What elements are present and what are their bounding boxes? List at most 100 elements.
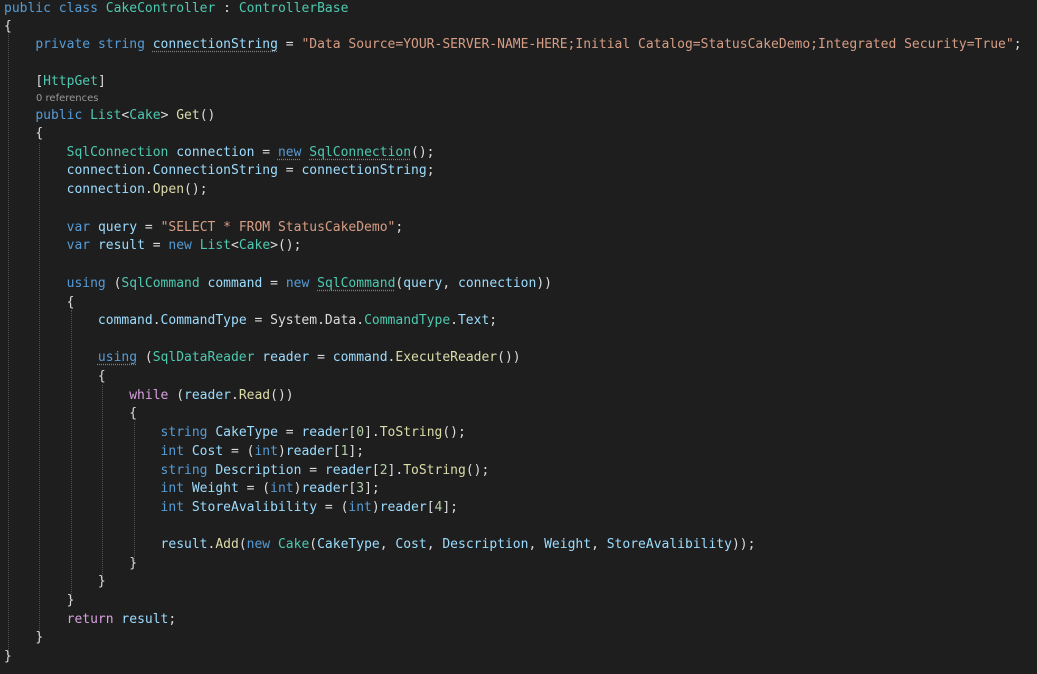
punctuation: . [231, 388, 239, 403]
property: CommandType [160, 313, 247, 328]
code-line-6: public List<Cake> Get() [4, 107, 215, 125]
code-line-17: command.CommandType = System.Data.Comman… [4, 312, 497, 330]
keyword: int [348, 500, 372, 515]
code-line-19: using (SqlDataReader reader = command.Ex… [4, 349, 521, 367]
keyword: string [160, 463, 208, 478]
keyword: int [160, 481, 185, 496]
code-line-20: { [4, 368, 106, 386]
punctuation: ]; [364, 481, 380, 496]
string-literal: "Data Source=YOUR-SERVER-NAME-HERE;Initi… [301, 37, 1014, 52]
punctuation: ()) [270, 388, 294, 403]
type-name: SqlConnection [66, 145, 169, 160]
keyword: string [160, 425, 208, 440]
keyword: private [35, 37, 91, 52]
brace: { [35, 126, 44, 141]
punctuation: [ [332, 444, 341, 459]
variable: connection [176, 145, 255, 160]
code-line-29: result.Add(new Cake(CakeType, Cost, Desc… [4, 536, 756, 554]
code-line-1: public class CakeController : Controller… [4, 0, 348, 18]
operator: = [301, 463, 325, 478]
operator: = ( [317, 500, 349, 515]
code-line-22: { [4, 405, 137, 423]
number-literal: 0 [356, 425, 365, 440]
code-line-16: { [4, 294, 75, 312]
variable: connection [66, 163, 145, 178]
method-name: Read [238, 388, 271, 403]
punctuation: ( [137, 350, 153, 365]
operator: = [137, 220, 161, 235]
brace: } [129, 556, 138, 571]
operator: = [144, 238, 169, 253]
method-name: ExecuteReader [395, 350, 498, 365]
type-name: Cake [277, 537, 310, 552]
variable: reader [301, 425, 349, 440]
punctuation: () [199, 108, 216, 123]
punctuation: ( [238, 537, 247, 552]
method-name: ToString [403, 463, 466, 478]
punctuation: ( [168, 388, 185, 403]
code-line-33: return result; [4, 611, 177, 629]
keyword: new [246, 537, 271, 552]
punctuation: ) [277, 444, 286, 459]
number-literal: 3 [356, 481, 365, 496]
string-literal: "SELECT * FROM StatusCakeDemo" [160, 220, 396, 235]
code-line-34: } [4, 629, 43, 647]
enum-type: CommandType [364, 313, 451, 328]
variable: Weight [191, 481, 239, 496]
method-name: Open [152, 182, 185, 197]
punctuation: [ [426, 500, 435, 515]
punctuation: > [160, 108, 169, 123]
operator: = [246, 313, 271, 328]
variable: command [332, 350, 388, 365]
punctuation: ()) [497, 350, 521, 365]
keyword: using [66, 276, 106, 291]
punctuation: , [442, 276, 459, 291]
code-line-2: { [4, 18, 12, 36]
code-line-25: string Description = reader[2].ToString(… [4, 462, 490, 480]
punctuation: (); [442, 425, 466, 440]
type-name: SqlConnection [309, 145, 412, 160]
code-line-32: } [4, 592, 75, 610]
code-line-7: { [4, 125, 43, 143]
keyword: new [168, 238, 192, 253]
keyword: using [97, 350, 138, 365]
punctuation: ; [168, 612, 177, 627]
type-name: List [199, 238, 232, 253]
punctuation: . [450, 313, 458, 328]
punctuation: ( [309, 537, 318, 552]
operator: = [277, 37, 302, 52]
code-editor[interactable]: public class CakeController : Controller… [0, 0, 1037, 674]
punctuation: ]. [387, 463, 404, 478]
operator: = [309, 350, 333, 365]
variable: CakeType [215, 425, 278, 440]
punctuation: . [317, 313, 325, 328]
attribute-name: HttpGet [43, 74, 98, 89]
variable: CakeType [317, 537, 380, 552]
enum-value: Text [457, 313, 490, 328]
punctuation: . [144, 163, 153, 178]
keyword: var [66, 238, 91, 253]
namespace: Data [324, 313, 357, 328]
operator: = [277, 425, 302, 440]
punctuation: ]. [364, 425, 380, 440]
punctuation: ; [1013, 37, 1022, 52]
method-name: ToString [379, 425, 443, 440]
code-line-26: int Weight = (int)reader[3]; [4, 480, 380, 498]
punctuation: < [231, 238, 239, 253]
keyword: int [160, 444, 185, 459]
variable: connectionString [301, 163, 427, 178]
punctuation: ] [97, 74, 106, 89]
code-line-3: private string connectionString = "Data … [4, 36, 1022, 54]
keyword: int [254, 444, 278, 459]
brace: { [66, 295, 75, 310]
punctuation: >(); [270, 238, 302, 253]
punctuation: , [426, 537, 443, 552]
variable: StoreAvalibility [606, 537, 732, 552]
variable: reader [285, 444, 333, 459]
variable: reader [379, 500, 427, 515]
codelens-references[interactable]: 0 references [36, 92, 99, 106]
variable: connection [458, 276, 537, 291]
punctuation: . [152, 313, 161, 328]
class-name: CakeController [105, 1, 216, 16]
keyword: int [270, 481, 294, 496]
